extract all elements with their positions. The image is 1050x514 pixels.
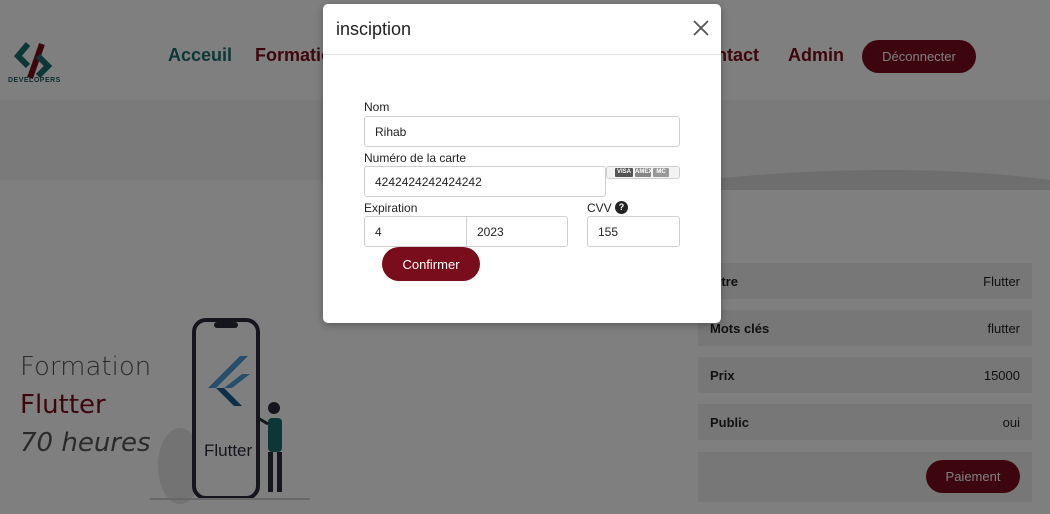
name-label: Nom	[364, 100, 390, 114]
inscription-modal: insciption Nom Numéro de la carte VISA A…	[323, 4, 721, 323]
expiration-label: Expiration	[364, 201, 418, 215]
close-icon[interactable]	[691, 18, 711, 38]
cvv-input[interactable]	[587, 216, 680, 247]
card-number-input[interactable]	[364, 166, 606, 197]
mastercard-icon: MC	[653, 168, 669, 177]
modal-title: insciption	[336, 19, 412, 39]
expiration-year-input[interactable]	[466, 216, 568, 247]
help-icon[interactable]: ?	[615, 201, 628, 214]
expiration-month-input[interactable]	[364, 216, 467, 247]
confirm-button[interactable]: Confirmer	[382, 247, 480, 281]
card-number-label: Numéro de la carte	[364, 151, 467, 165]
cvv-label: CVV	[587, 201, 612, 215]
card-brands: VISA AMEX MC	[606, 166, 680, 179]
modal-header: insciption	[323, 4, 721, 55]
name-input[interactable]	[364, 116, 680, 147]
amex-icon: AMEX	[635, 168, 653, 177]
visa-icon: VISA	[615, 168, 633, 177]
